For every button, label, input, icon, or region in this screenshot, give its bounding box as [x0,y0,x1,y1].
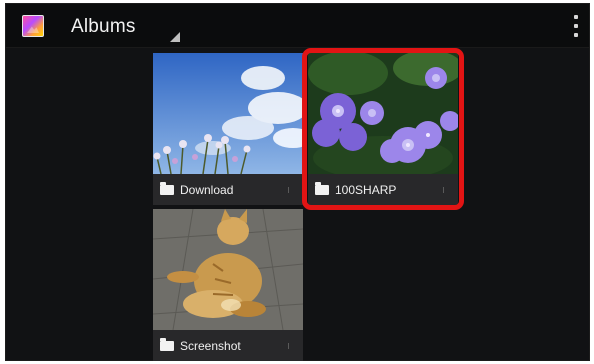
spinner-indicator-icon [170,32,180,42]
album-label-bar: Download [153,174,303,205]
album-count-divider [288,187,289,193]
album-view-spinner[interactable]: Albums [56,4,186,48]
selection-highlight [302,48,464,210]
album-tile-download[interactable]: Download [153,53,303,205]
overflow-menu-icon[interactable] [569,12,583,40]
folder-icon [160,181,174,195]
gallery-screen: Albums Download 100SHARP Screenshot [5,3,590,361]
gallery-icon[interactable] [22,15,44,37]
action-bar: Albums [6,4,589,48]
album-name: Download [180,182,234,197]
album-count-divider [288,343,289,349]
page-title: Albums [71,16,136,37]
album-thumbnail [153,209,303,330]
album-name: Screenshot [180,338,241,353]
album-thumbnail [153,53,303,174]
album-tile-screenshot[interactable]: Screenshot [153,209,303,361]
folder-icon [160,337,174,351]
album-label-bar: Screenshot [153,330,303,361]
